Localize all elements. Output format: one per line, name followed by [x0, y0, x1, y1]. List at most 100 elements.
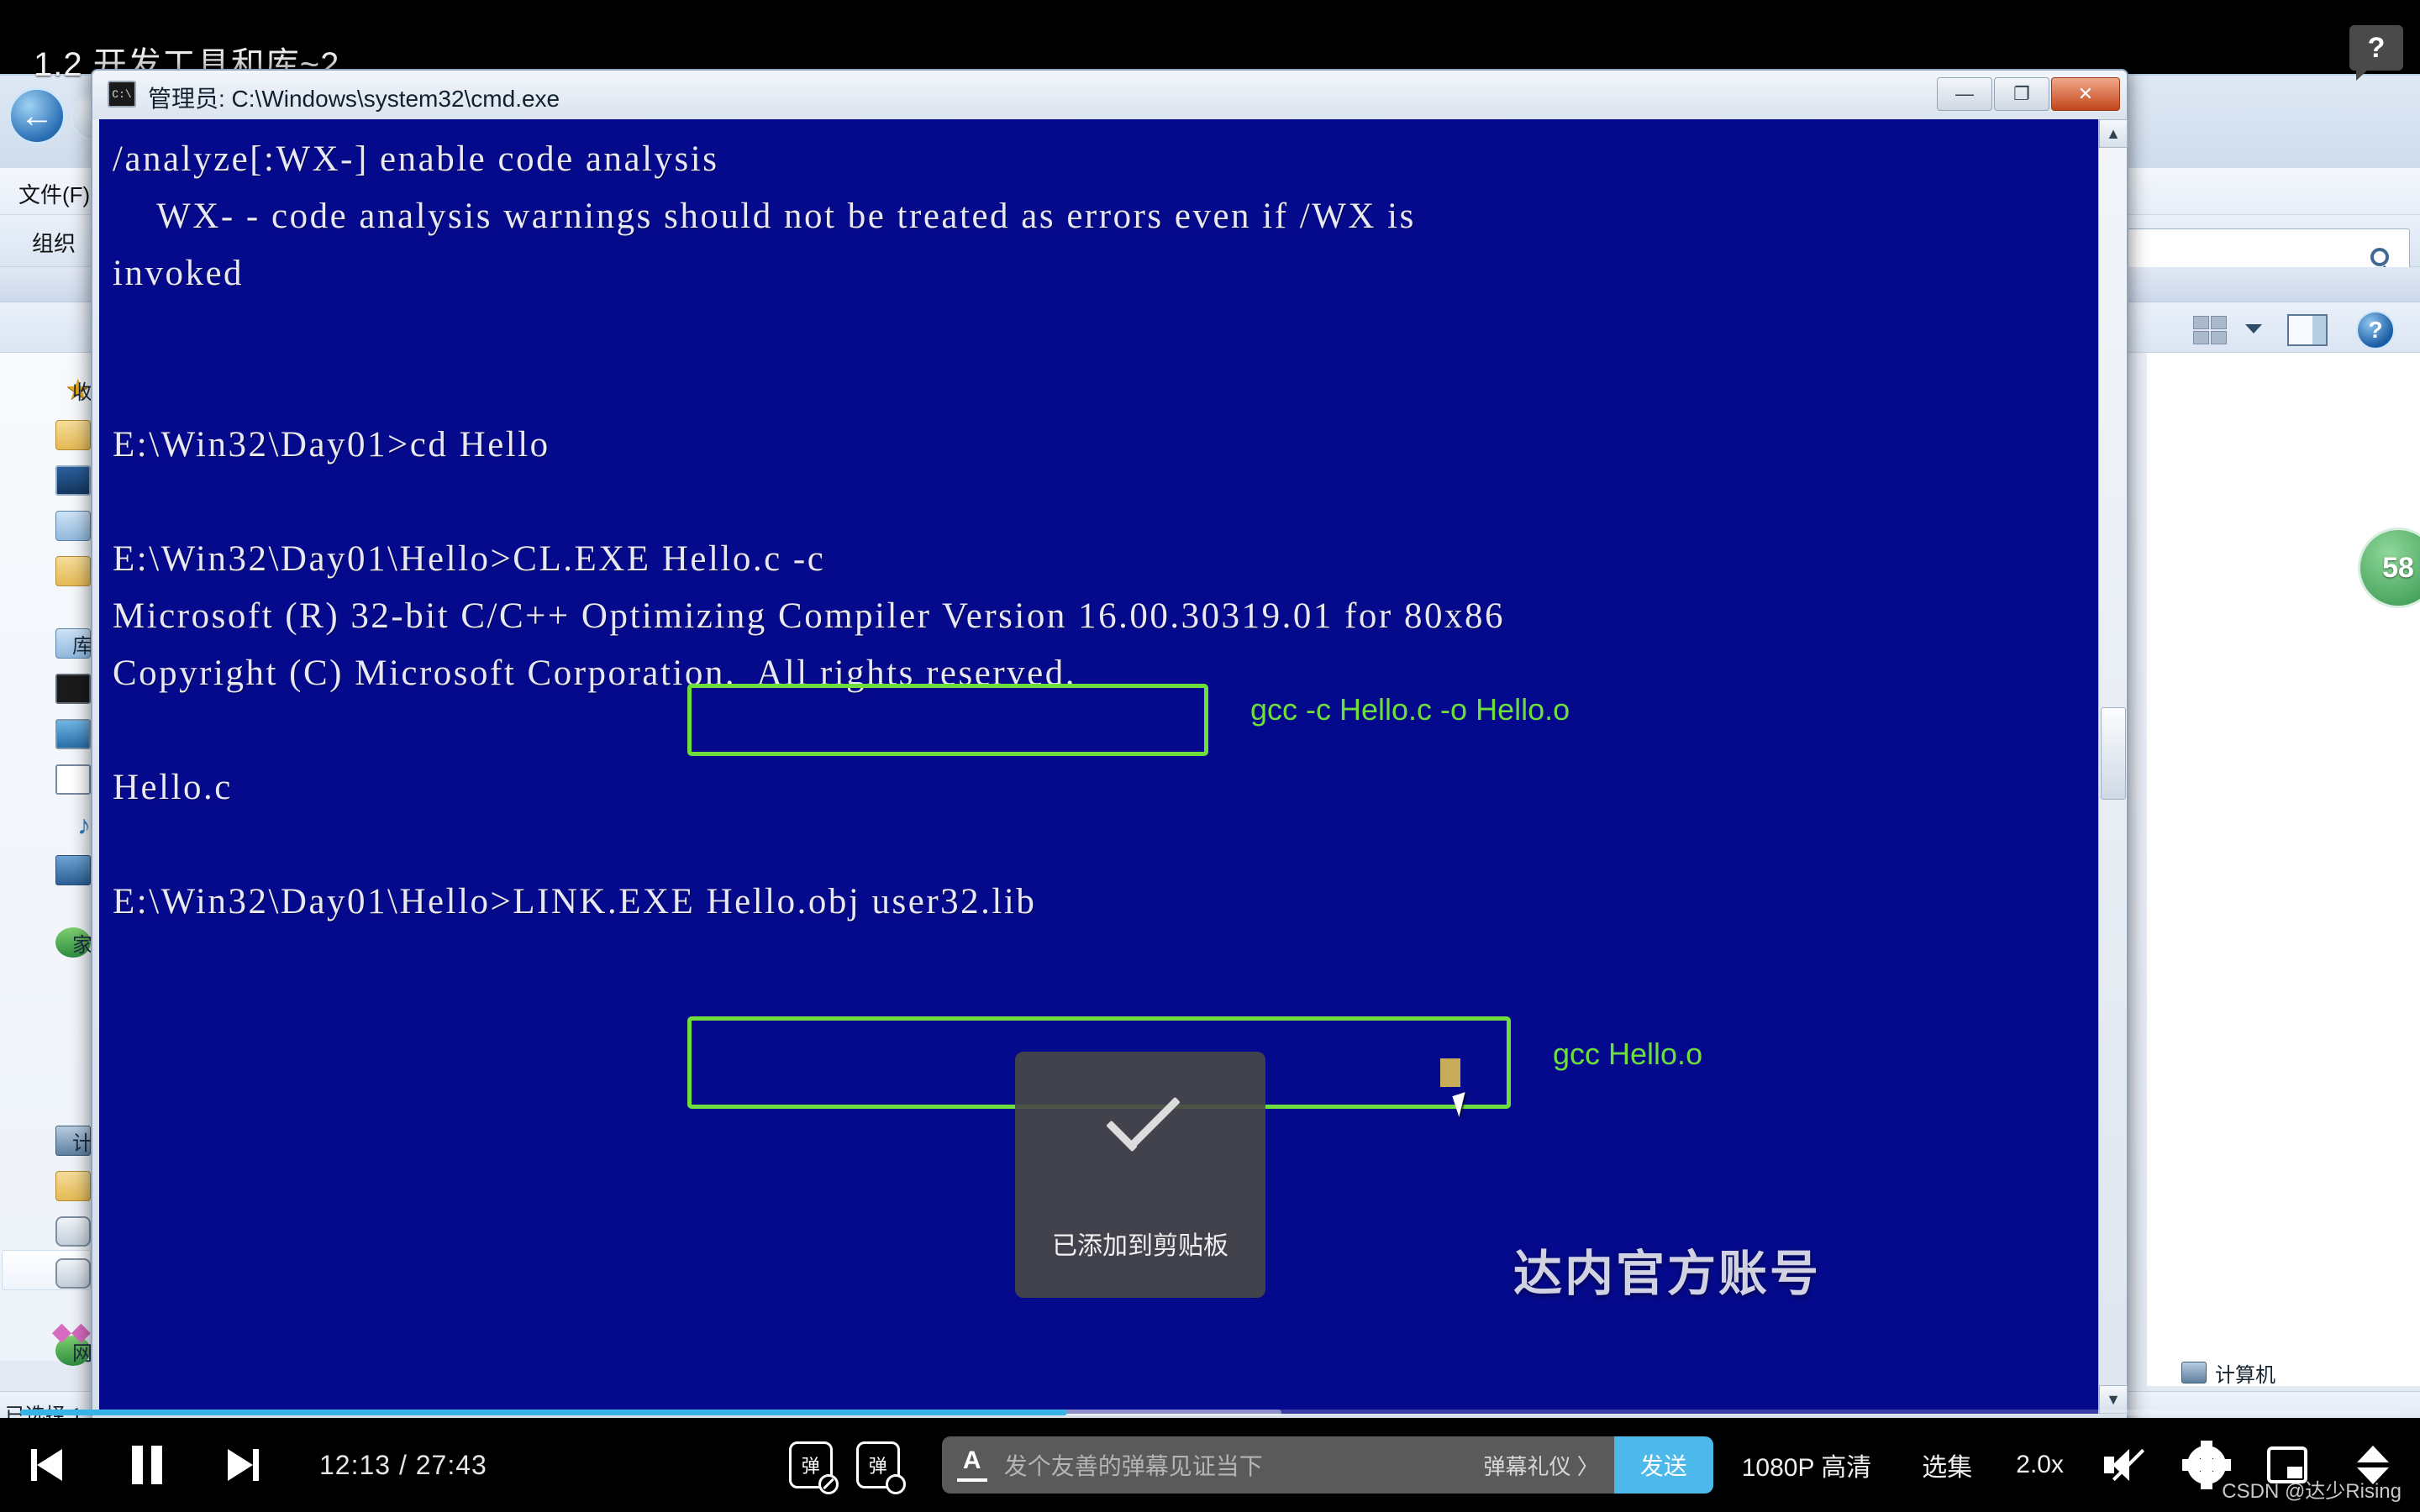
- desktop-icon: [55, 465, 91, 496]
- sidebar-item-label: 家: [72, 933, 92, 957]
- command-prompt-window[interactable]: C:\ 管理员: C:\Windows\system32\cmd.exe — ❐…: [91, 69, 2128, 1436]
- folder-icon: [55, 556, 91, 586]
- danmaku-settings-button[interactable]: 弹: [844, 1418, 912, 1512]
- speed-button: 2.0x: [1994, 1418, 2086, 1512]
- tiles-icon: ◆◆: [51, 1318, 91, 1346]
- downloads-folder-icon: [55, 420, 91, 450]
- back-button[interactable]: ←: [8, 87, 66, 144]
- menu-file[interactable]: 文件(F): [18, 178, 90, 209]
- console-icon: C:\: [108, 81, 136, 108]
- channel-watermark: 达内官方账号: [1512, 1247, 1821, 1301]
- next-episode-button[interactable]: [193, 1418, 286, 1512]
- sidebar-item-label: 收: [72, 381, 92, 404]
- drive-icon: [55, 1216, 91, 1247]
- check-icon: [1090, 1089, 1191, 1189]
- sidebar-item-local-disk[interactable]: [0, 1164, 94, 1208]
- csdn-watermark: CSDN @达少Rising: [2222, 1480, 2402, 1503]
- drive-icon: [55, 1258, 91, 1289]
- local-disk-icon: [55, 1171, 91, 1201]
- sidebar-item-tiles[interactable]: ◆◆: [0, 1310, 94, 1354]
- episodes-button: 选集: [1900, 1418, 1994, 1512]
- scrollbar-thumb[interactable]: [2101, 707, 2126, 800]
- sidebar-item-downloads[interactable]: [0, 413, 94, 457]
- minimize-button[interactable]: —: [1937, 77, 1992, 111]
- sidebar-item-libraries[interactable]: 库: [0, 622, 94, 665]
- send-button[interactable]: 发送: [1613, 1436, 1713, 1494]
- pause-icon: [130, 1446, 164, 1484]
- computer-icon: [2181, 1362, 2207, 1383]
- folder-blue-icon: [55, 855, 91, 885]
- sidebar-item-documents[interactable]: [0, 758, 94, 801]
- danmaku-on-icon: 弹: [855, 1441, 906, 1494]
- chevron-down-icon[interactable]: [2245, 324, 2262, 333]
- sidebar-item-music[interactable]: ♪: [0, 803, 94, 847]
- sidebar-item-recent-places[interactable]: [0, 504, 94, 548]
- help-icon[interactable]: ?: [2356, 311, 2395, 349]
- explorer-detail-label: 计算机: [2215, 1363, 2275, 1387]
- next-icon: [220, 1446, 259, 1484]
- cmd-title-text: 管理员: C:\Windows\system32\cmd.exe: [148, 86, 560, 112]
- sidebar-item-folder[interactable]: [0, 549, 94, 593]
- console-scrollbar[interactable]: ▲ ▼: [2098, 119, 2128, 1414]
- video-library-icon: [55, 674, 91, 704]
- sidebar-item-pictures[interactable]: [0, 712, 94, 756]
- quality-label[interactable]: 1080P 高清: [1742, 1446, 1872, 1483]
- explorer-detail-computer: 计算机: [2168, 1356, 2420, 1389]
- danmaku-off-icon: 弹: [788, 1441, 839, 1494]
- danmaku-etiquette-link[interactable]: 弹幕礼仪 〉: [1484, 1450, 1599, 1481]
- sidebar-item-favorites[interactable]: ★ 收: [0, 368, 94, 412]
- quality-button: 1080P 高清: [1713, 1418, 1901, 1512]
- annotation-box-cl-command: [687, 684, 1208, 756]
- toast-message: 已添加到剪贴板: [1052, 1231, 1228, 1260]
- volume-button[interactable]: [2086, 1418, 2166, 1512]
- sidebar-item-homegroup[interactable]: 家: [0, 921, 94, 964]
- console-text: /analyze[:WX-] enable code analysis WX- …: [113, 139, 1505, 921]
- recent-places-icon: [55, 511, 91, 541]
- danmaku-placeholder: 发个友善的弹幕见证当下: [1003, 1453, 1263, 1479]
- play-pause-button[interactable]: [101, 1418, 193, 1512]
- progress-played: [20, 1410, 1068, 1415]
- volume-muted-icon: [2104, 1446, 2148, 1484]
- documents-library-icon: [55, 764, 91, 795]
- close-button[interactable]: ✕: [2051, 77, 2120, 111]
- explorer-file-list[interactable]: [2147, 353, 2420, 1386]
- speed-label[interactable]: 2.0x: [2016, 1451, 2064, 1479]
- time-display: 12:13 / 27:43: [319, 1449, 487, 1480]
- search-icon: [2370, 248, 2389, 266]
- previous-icon: [31, 1446, 70, 1484]
- font-style-icon[interactable]: A: [956, 1448, 987, 1482]
- preview-pane-icon[interactable]: [2287, 314, 2328, 346]
- danmaku-input[interactable]: A 发个友善的弹幕见证当下 弹幕礼仪 〉: [941, 1436, 1614, 1494]
- episodes-label[interactable]: 选集: [1922, 1446, 1972, 1483]
- pictures-library-icon: [55, 719, 91, 749]
- annotation-label-gcc-compile: gcc -c Hello.c -o Hello.o: [1250, 692, 1570, 727]
- danmaku-off-button[interactable]: 弹: [777, 1418, 844, 1512]
- sidebar-item-label: 库: [72, 634, 92, 658]
- cmd-title-bar[interactable]: C:\ 管理员: C:\Windows\system32\cmd.exe — ❐…: [92, 71, 2127, 119]
- sidebar-item-folder-blue[interactable]: [0, 848, 94, 892]
- scroll-up-icon[interactable]: ▲: [2099, 119, 2128, 148]
- sidebar-item-label: 计: [72, 1131, 92, 1155]
- progress-bar[interactable]: [0, 1406, 2420, 1418]
- clipboard-toast: 已添加到剪贴板: [1015, 1052, 1265, 1298]
- sidebar-item-drive-d[interactable]: [0, 1210, 94, 1253]
- progress-track[interactable]: [20, 1410, 2400, 1415]
- music-library-icon: ♪: [77, 810, 91, 840]
- change-view-icon[interactable]: [2193, 316, 2227, 344]
- screen: ← 文件(F) 组织 ? ★ 收 库 ♪ 家 计 网 ◆◆ 计算机 已选择 1 …: [0, 0, 2420, 1512]
- sidebar-item-videos[interactable]: [0, 667, 94, 711]
- gear-icon: [2182, 1441, 2231, 1489]
- window-controls: — ❐ ✕: [1935, 77, 2120, 111]
- restore-button[interactable]: ❐: [1994, 77, 2049, 111]
- previous-episode-button[interactable]: [0, 1418, 101, 1512]
- console-output-area[interactable]: /analyze[:WX-] enable code analysis WX- …: [99, 119, 2123, 1414]
- sidebar-item-computer[interactable]: 计: [0, 1119, 94, 1163]
- sidebar-item-desktop[interactable]: [0, 459, 94, 502]
- sidebar-item-drive-e[interactable]: [0, 1252, 94, 1295]
- player-control-bar: 12:13 / 27:43 弹 弹 A 发个友善的弹幕见证当下 弹幕礼仪 〉 发…: [0, 1418, 2420, 1512]
- console-caret: [1440, 1058, 1460, 1087]
- organize-button[interactable]: 组织: [32, 227, 76, 258]
- help-icon[interactable]: ?: [2349, 25, 2403, 81]
- explorer-navigation-pane: ★ 收 库 ♪ 家 计 网: [0, 353, 94, 1366]
- annotation-label-gcc-link: gcc Hello.o: [1553, 1037, 1703, 1071]
